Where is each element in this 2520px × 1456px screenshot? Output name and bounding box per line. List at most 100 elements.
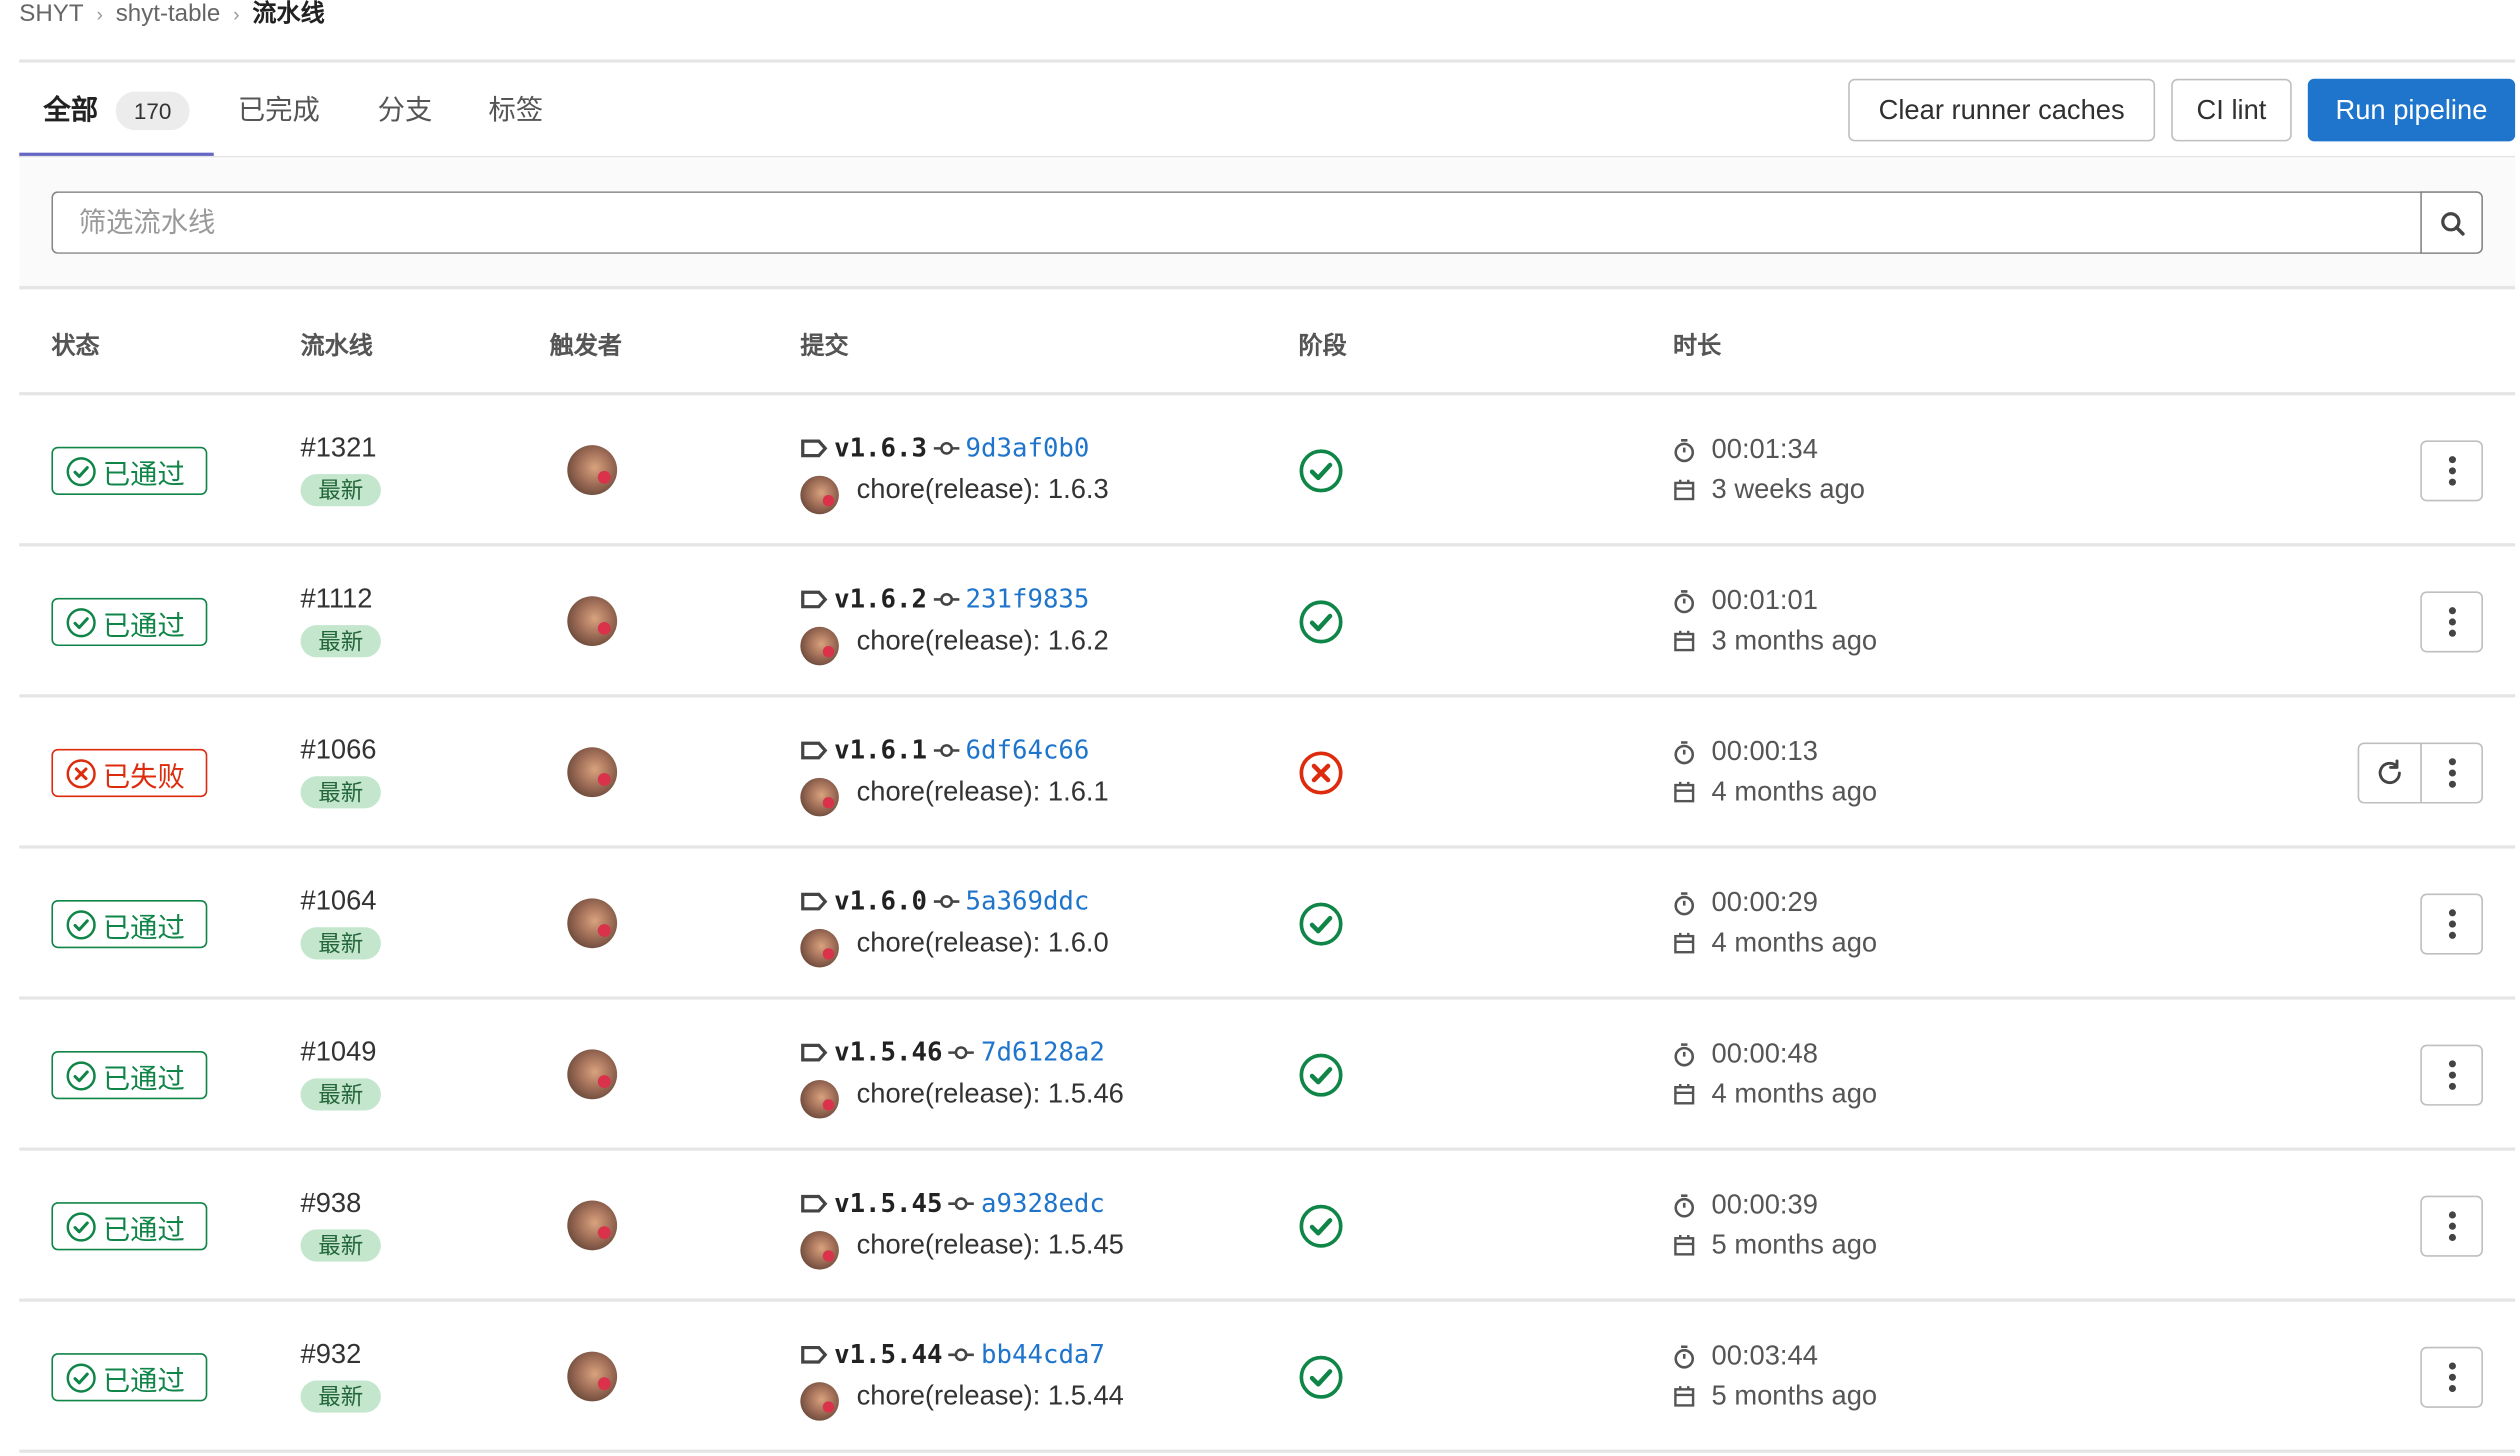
pipeline-id-link[interactable]: #938 — [301, 1188, 362, 1220]
status-badge[interactable]: 已通过 — [51, 1353, 208, 1402]
commit-message-link[interactable]: chore(release): 1.6.2 — [857, 625, 1109, 657]
status-badge[interactable]: 已通过 — [51, 1202, 208, 1251]
pipeline-id-link[interactable]: #1066 — [301, 734, 377, 766]
latest-badge: 最新 — [300, 1229, 381, 1262]
tab-tags[interactable]: 标签 — [489, 93, 544, 128]
pipelines-page: SHYT › shyt-table › 流水线 全部 170 已完成 分支 标签 C… — [0, 0, 2520, 1456]
triggerer-avatar[interactable] — [567, 1049, 618, 1100]
tag-icon — [801, 438, 828, 457]
commit-message-link[interactable]: chore(release): 1.6.3 — [857, 474, 1109, 506]
breadcrumb-group[interactable]: SHYT — [19, 0, 83, 29]
filter-pipelines-input[interactable]: 筛选流水线 — [51, 191, 2422, 254]
kebab-menu-icon — [2448, 456, 2456, 486]
commit-author-avatar[interactable] — [800, 1231, 839, 1270]
tag-link[interactable]: v1.5.46 — [834, 1037, 942, 1068]
table-row: 已通过 #932 最新 v1.5.44 bb44cda7 chore(relea… — [19, 1302, 2516, 1453]
stage-success-icon[interactable] — [1299, 902, 1344, 947]
status-badge[interactable]: 已通过 — [51, 899, 208, 949]
ci-lint-button[interactable]: CI lint — [2171, 78, 2292, 142]
tab-all[interactable]: 全部 — [43, 93, 98, 128]
commit-author-avatar[interactable] — [800, 626, 839, 666]
stage-success-icon[interactable] — [1299, 1355, 1344, 1400]
commit-sha-link[interactable]: 231f9835 — [966, 583, 1090, 614]
commit-author-avatar[interactable] — [800, 777, 839, 817]
more-actions-button[interactable] — [2420, 1195, 2483, 1257]
commit-icon — [948, 1045, 975, 1059]
commit-sha-link[interactable]: 7d6128a2 — [981, 1037, 1105, 1068]
retry-button[interactable] — [2357, 742, 2422, 804]
triggerer-avatar[interactable] — [567, 747, 618, 798]
pipeline-id-link[interactable]: #1112 — [301, 583, 373, 615]
tab-finished[interactable]: 已完成 — [238, 93, 320, 128]
breadcrumb-current: 流水线 — [252, 0, 325, 28]
commit-message-link[interactable]: chore(release): 1.5.46 — [857, 1078, 1124, 1110]
commit-message-link[interactable]: chore(release): 1.5.45 — [857, 1229, 1124, 1261]
commit-sha-link[interactable]: a9328edc — [981, 1188, 1105, 1219]
commit-author-avatar[interactable] — [800, 1079, 839, 1119]
duration: 00:01:01 — [1673, 585, 1818, 617]
stage-failed-icon[interactable] — [1299, 751, 1344, 796]
tag-link[interactable]: v1.5.44 — [834, 1339, 942, 1370]
tag-link[interactable]: v1.6.0 — [834, 886, 927, 917]
duration-value: 00:03:44 — [1711, 1340, 1818, 1371]
more-actions-button[interactable] — [2420, 591, 2483, 653]
duration-value: 00:01:01 — [1711, 584, 1818, 616]
commit-author-avatar[interactable] — [800, 475, 839, 515]
more-actions-button[interactable] — [2420, 893, 2483, 955]
stage-success-icon[interactable] — [1299, 599, 1344, 644]
status-label: 已通过 — [102, 912, 185, 943]
commit-author-avatar[interactable] — [800, 928, 839, 968]
commit-sha-link[interactable]: bb44cda7 — [981, 1339, 1105, 1370]
commit-sha-link[interactable]: 5a369ddc — [966, 886, 1090, 917]
tag-link[interactable]: v1.6.2 — [834, 583, 927, 614]
chevron-right-icon: › — [96, 3, 103, 26]
finished-time-value: 5 months ago — [1711, 1380, 1878, 1412]
pipeline-id-link[interactable]: #932 — [301, 1339, 362, 1371]
calendar-icon — [1674, 781, 1695, 803]
status-label: 已通过 — [102, 609, 185, 641]
pipeline-id-link[interactable]: #1321 — [301, 432, 377, 464]
stage-success-icon[interactable] — [1299, 1053, 1344, 1098]
triggerer-avatar[interactable] — [567, 898, 618, 949]
commit-message-link[interactable]: chore(release): 1.6.0 — [857, 927, 1109, 959]
search-button[interactable] — [2420, 191, 2483, 254]
tag-link[interactable]: v1.5.45 — [834, 1188, 942, 1219]
tag-link[interactable]: v1.6.3 — [834, 432, 927, 463]
latest-badge: 最新 — [300, 625, 381, 658]
commit-message-link[interactable]: chore(release): 1.5.44 — [857, 1380, 1124, 1412]
stage-success-icon[interactable] — [1299, 448, 1344, 493]
duration: 00:00:29 — [1673, 887, 1818, 919]
clear-runner-caches-button[interactable]: Clear runner caches — [1848, 78, 2156, 142]
triggerer-avatar[interactable] — [567, 445, 618, 495]
calendar-icon — [1674, 932, 1695, 954]
tab-branches[interactable]: 分支 — [378, 93, 433, 128]
triggerer-avatar[interactable] — [567, 1351, 618, 1402]
more-actions-button[interactable] — [2420, 1346, 2483, 1408]
tag-link[interactable]: v1.6.1 — [834, 734, 927, 765]
triggerer-avatar[interactable] — [567, 596, 618, 647]
commit-sha-link[interactable]: 9d3af0b0 — [966, 432, 1090, 463]
more-actions-button[interactable] — [2420, 1044, 2483, 1106]
status-badge[interactable]: 已通过 — [51, 446, 208, 495]
commit-sha-link[interactable]: 6df64c66 — [966, 734, 1090, 765]
status-label: 已失败 — [102, 760, 185, 792]
commit-message-link[interactable]: chore(release): 1.6.1 — [857, 776, 1109, 808]
duration-value: 00:00:39 — [1711, 1189, 1818, 1220]
calendar-icon — [1674, 630, 1695, 652]
table-row: 已通过 #1112 最新 v1.6.2 231f9835 chore(relea… — [19, 546, 2516, 698]
triggerer-avatar[interactable] — [567, 1200, 618, 1251]
status-badge[interactable]: 已通过 — [51, 1051, 208, 1100]
status-badge[interactable]: 已失败 — [51, 748, 208, 798]
pipeline-id-link[interactable]: #1064 — [301, 886, 377, 918]
status-badge[interactable]: 已通过 — [51, 597, 208, 647]
timer-icon — [1674, 891, 1695, 915]
more-actions-button[interactable] — [2420, 742, 2483, 804]
stage-success-icon[interactable] — [1299, 1204, 1344, 1249]
duration-value: 00:00:48 — [1711, 1038, 1818, 1069]
breadcrumb-project[interactable]: shyt-table — [116, 0, 221, 29]
duration: 00:01:34 — [1673, 434, 1818, 466]
run-pipeline-button[interactable]: Run pipeline — [2307, 78, 2516, 142]
pipeline-id-link[interactable]: #1049 — [301, 1037, 377, 1069]
more-actions-button[interactable] — [2420, 440, 2483, 502]
commit-author-avatar[interactable] — [800, 1382, 839, 1421]
